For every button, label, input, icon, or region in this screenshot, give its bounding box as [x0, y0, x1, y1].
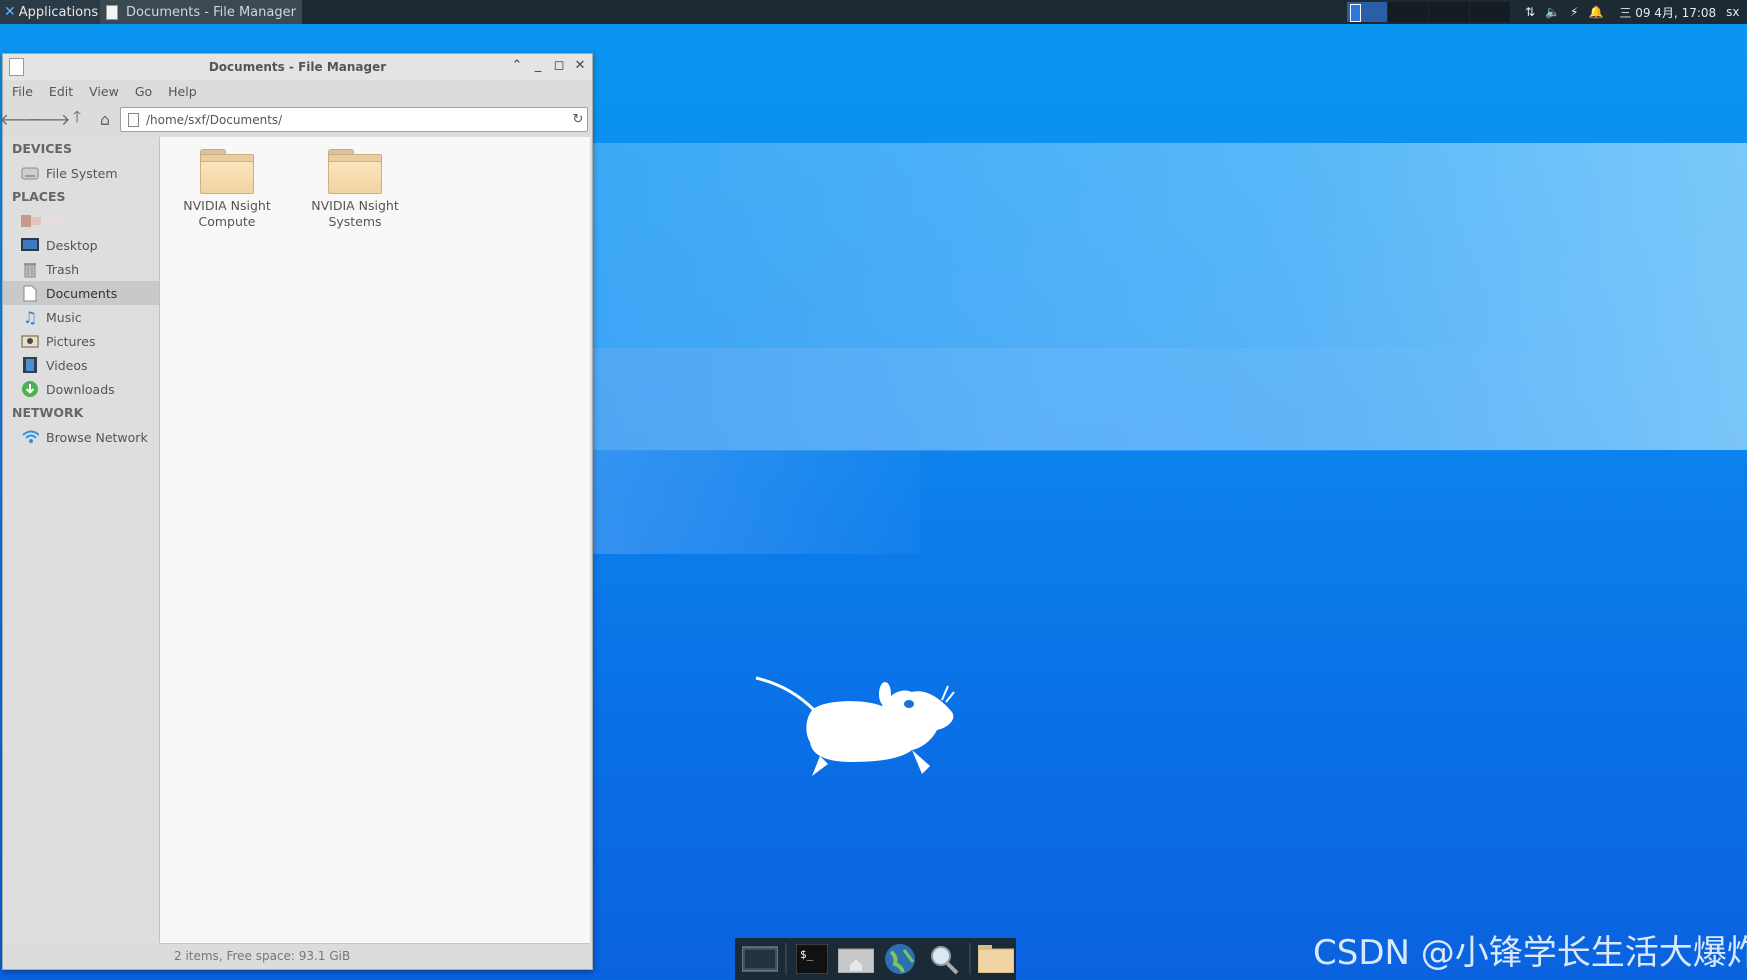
workspace-switcher[interactable] — [1347, 2, 1511, 22]
watermark: CSDN @小锋学长生活大爆炸 — [1313, 933, 1747, 973]
notification-bell-icon[interactable]: 🔔 — [1588, 5, 1603, 19]
folder-item[interactable]: NVIDIA Nsight Compute — [172, 137, 282, 230]
downloads-icon — [21, 380, 39, 398]
dock-separator — [785, 943, 787, 975]
folder-name-line2: Systems — [328, 214, 382, 229]
file-manager-window: Documents - File Manager ⌃ _ ◻ ✕ File Ed… — [0, 53, 593, 970]
sidebar-item-label: Desktop — [46, 237, 98, 253]
volume-muted-icon[interactable]: 🔈 — [1545, 5, 1560, 19]
drive-icon — [21, 164, 39, 182]
close-button[interactable]: ✕ — [574, 58, 586, 73]
system-tray: ⇅ 🔈 ⚡ 🔔 三 09 4月, 17:08 sx — [1525, 0, 1740, 24]
status-bar: 2 items, Free space: 93.1 GiB — [160, 943, 590, 967]
menu-go[interactable]: Go — [135, 84, 152, 99]
pictures-icon — [21, 332, 39, 350]
window-titlebar[interactable]: Documents - File Manager ⌃ _ ◻ ✕ — [3, 54, 592, 80]
menu-file[interactable]: File — [12, 84, 33, 99]
file-view[interactable]: NVIDIA Nsight Compute NVIDIA Nsight Syst… — [160, 137, 590, 943]
sidebar-header-places: PLACES — [12, 189, 66, 204]
sidebar-item-label: Music — [46, 309, 82, 325]
sidebar-item-label: Videos — [46, 357, 88, 373]
power-icon[interactable]: ⚡ — [1570, 5, 1578, 19]
sidebar-item-music[interactable]: ♫ Music — [3, 305, 159, 329]
workspace-4[interactable] — [1470, 2, 1510, 22]
show-desktop-icon[interactable] — [741, 941, 779, 977]
folder-icon[interactable] — [977, 941, 1015, 977]
window-title: Documents - File Manager — [208, 60, 387, 74]
folder-name-line1: NVIDIA Nsight — [311, 198, 399, 213]
videos-icon — [21, 356, 39, 374]
document-icon — [21, 284, 39, 302]
folder-icon — [328, 149, 382, 194]
location-folder-icon — [128, 112, 139, 127]
menu-bar: File Edit View Go Help — [3, 80, 592, 102]
sidebar-item-home[interactable] — [3, 209, 159, 233]
sidebar-item-pictures[interactable]: Pictures — [3, 329, 159, 353]
sidebar-item-videos[interactable]: Videos — [3, 353, 159, 377]
sidebar-item-desktop[interactable]: Desktop — [3, 233, 159, 257]
sidebar-item-file-system[interactable]: File System — [3, 161, 159, 185]
roll-up-button[interactable]: ⌃ — [511, 58, 523, 73]
folder-item[interactable]: NVIDIA Nsight Systems — [300, 137, 410, 230]
menu-help[interactable]: Help — [168, 84, 197, 99]
home-icon[interactable]: ⌂ — [95, 109, 115, 129]
document-icon — [106, 4, 118, 20]
toolbar: 🡐 🡒 🡑 ⌂ /home/sxf/Documents/ ↻ — [0, 102, 592, 136]
folder-name-line1: NVIDIA Nsight — [183, 198, 271, 213]
trash-icon — [21, 260, 39, 278]
xfce-logo-icon: ✕ — [4, 4, 16, 20]
taskbar-item-file-manager[interactable]: Documents - File Manager — [100, 0, 302, 24]
workspace-1[interactable] — [1347, 2, 1387, 22]
applications-label: Applications — [18, 4, 99, 20]
network-status-icon[interactable]: ⇅ — [1525, 5, 1535, 19]
dock-separator — [969, 943, 971, 975]
user-label[interactable]: sx — [1726, 5, 1739, 19]
workspace-3[interactable] — [1429, 2, 1469, 22]
menu-edit[interactable]: Edit — [49, 84, 73, 99]
menu-view[interactable]: View — [89, 84, 119, 99]
top-panel: ✕ Applications ⋮ Documents - File Manage… — [0, 0, 1747, 24]
workspace-2[interactable] — [1388, 2, 1428, 22]
sidebar-item-documents[interactable]: Documents — [3, 281, 159, 305]
up-arrow-icon[interactable]: 🡑 — [67, 107, 87, 129]
applications-menu-button[interactable]: ✕ Applications ⋮ — [0, 0, 116, 24]
sidebar-item-label: Downloads — [46, 381, 115, 397]
sidebar-item-browse-network[interactable]: Browse Network — [3, 425, 159, 449]
svg-text:$_: $_ — [800, 948, 814, 961]
home-folder-icon[interactable] — [837, 941, 875, 977]
sidebar-item-downloads[interactable]: Downloads — [3, 377, 159, 401]
sidebar-item-label: Browse Network — [46, 429, 148, 445]
maximize-button[interactable]: ◻ — [553, 58, 565, 73]
clock[interactable]: 三 09 4月, 17:08 — [1619, 4, 1716, 21]
location-path[interactable]: /home/sxf/Documents/ — [146, 113, 569, 127]
sidebar-item-label: Pictures — [46, 333, 96, 349]
minimize-button[interactable]: _ — [532, 58, 544, 73]
desktop-icon — [21, 236, 39, 254]
sidebar-item-label: Documents — [46, 285, 118, 301]
folder-name-line2: Compute — [198, 214, 256, 229]
sidebar: DEVICES File System PLACES Desktop Trash… — [3, 137, 160, 943]
desktop-light-band — [590, 348, 1747, 451]
bottom-dock: $_ — [735, 938, 1016, 980]
desktop-light-band — [590, 451, 920, 554]
desktop-light-band — [590, 143, 1747, 450]
home-icon — [21, 212, 65, 230]
forward-arrow-icon[interactable]: 🡒 — [28, 109, 71, 129]
search-icon[interactable] — [925, 941, 963, 977]
sidebar-item-label: File System — [46, 165, 118, 181]
terminal-icon[interactable]: $_ — [793, 941, 831, 977]
sidebar-header-devices: DEVICES — [12, 141, 72, 156]
reload-icon[interactable]: ↻ — [569, 112, 587, 127]
folder-icon — [200, 149, 254, 194]
music-icon: ♫ — [22, 307, 38, 327]
taskbar-item-label: Documents - File Manager — [126, 4, 296, 20]
sidebar-item-label: Trash — [46, 261, 80, 277]
sidebar-item-trash[interactable]: Trash — [3, 257, 159, 281]
sidebar-header-network: NETWORK — [12, 405, 84, 420]
network-icon — [21, 428, 39, 446]
xfce-mouse-logo — [755, 676, 955, 776]
location-bar[interactable]: /home/sxf/Documents/ ↻ — [120, 107, 588, 132]
web-browser-icon[interactable] — [881, 941, 919, 977]
